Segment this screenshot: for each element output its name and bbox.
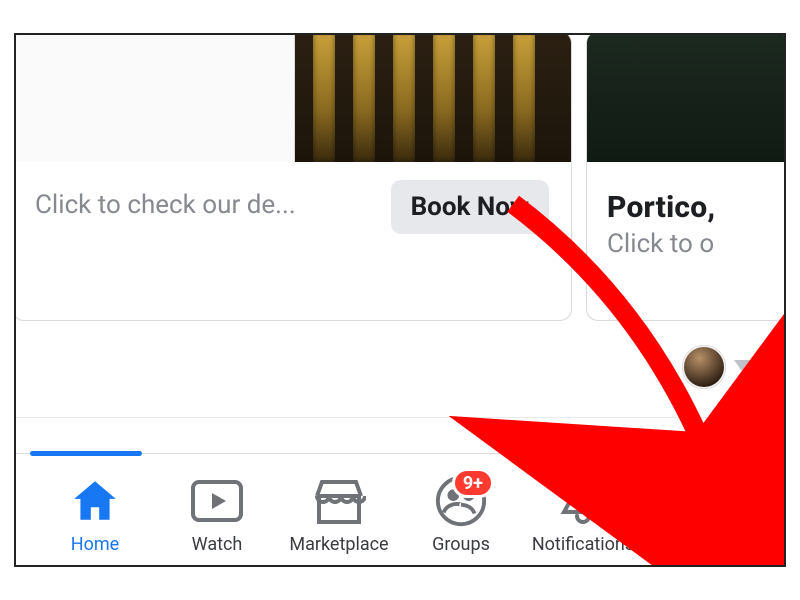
tab-label: Notifications: [532, 534, 634, 555]
suggestion-card[interactable]: Portico, Click to o: [586, 33, 786, 321]
tab-label: Home: [71, 534, 119, 555]
tab-marketplace[interactable]: Marketplace: [278, 474, 400, 555]
card-body: Book Now Click to check our de...: [14, 162, 571, 321]
suggestion-card[interactable]: Book Now Click to check our de...: [14, 33, 572, 321]
hamburger-icon: [712, 508, 734, 530]
card-description: Click to o: [607, 229, 786, 259]
tab-label: Watch: [192, 534, 243, 555]
badge-count: 9+: [452, 468, 494, 498]
suggestion-cards-row: Book Now Click to check our de... Portic…: [14, 33, 786, 321]
tab-groups[interactable]: 9+ Groups: [400, 474, 522, 555]
card-cover-image: [14, 33, 571, 162]
card-cover-image: [587, 33, 786, 162]
stage: Book Now Click to check our de... Portic…: [0, 0, 800, 600]
badge-count: 3: [576, 468, 610, 498]
chevron-down-icon: [734, 360, 754, 374]
tab-label: Marketplace: [289, 534, 388, 555]
bottom-tab-bar: Home Watch Marketplace 9+ Groups: [16, 453, 784, 565]
home-icon: [68, 474, 122, 528]
tab-menu[interactable]: Menu: [644, 474, 766, 555]
screenshot-frame: Book Now Click to check our de... Portic…: [14, 33, 786, 567]
tab-label: Menu: [682, 534, 727, 555]
card-title: Portico,: [607, 190, 786, 225]
author-chip[interactable]: [682, 345, 754, 389]
tab-label: Groups: [432, 534, 490, 555]
tab-home[interactable]: Home: [34, 474, 156, 555]
tab-watch[interactable]: Watch: [156, 474, 278, 555]
marketplace-icon: [312, 474, 366, 528]
card-body: Portico, Click to o: [587, 162, 786, 321]
book-now-button[interactable]: Book Now: [391, 180, 549, 234]
tab-notifications[interactable]: 3 Notifications: [522, 474, 644, 555]
watch-icon: [190, 474, 244, 528]
active-tab-indicator: [30, 451, 142, 456]
avatar: [682, 345, 726, 389]
avatar: [678, 474, 732, 528]
divider: [16, 417, 784, 418]
overlay-panel: [14, 33, 295, 162]
